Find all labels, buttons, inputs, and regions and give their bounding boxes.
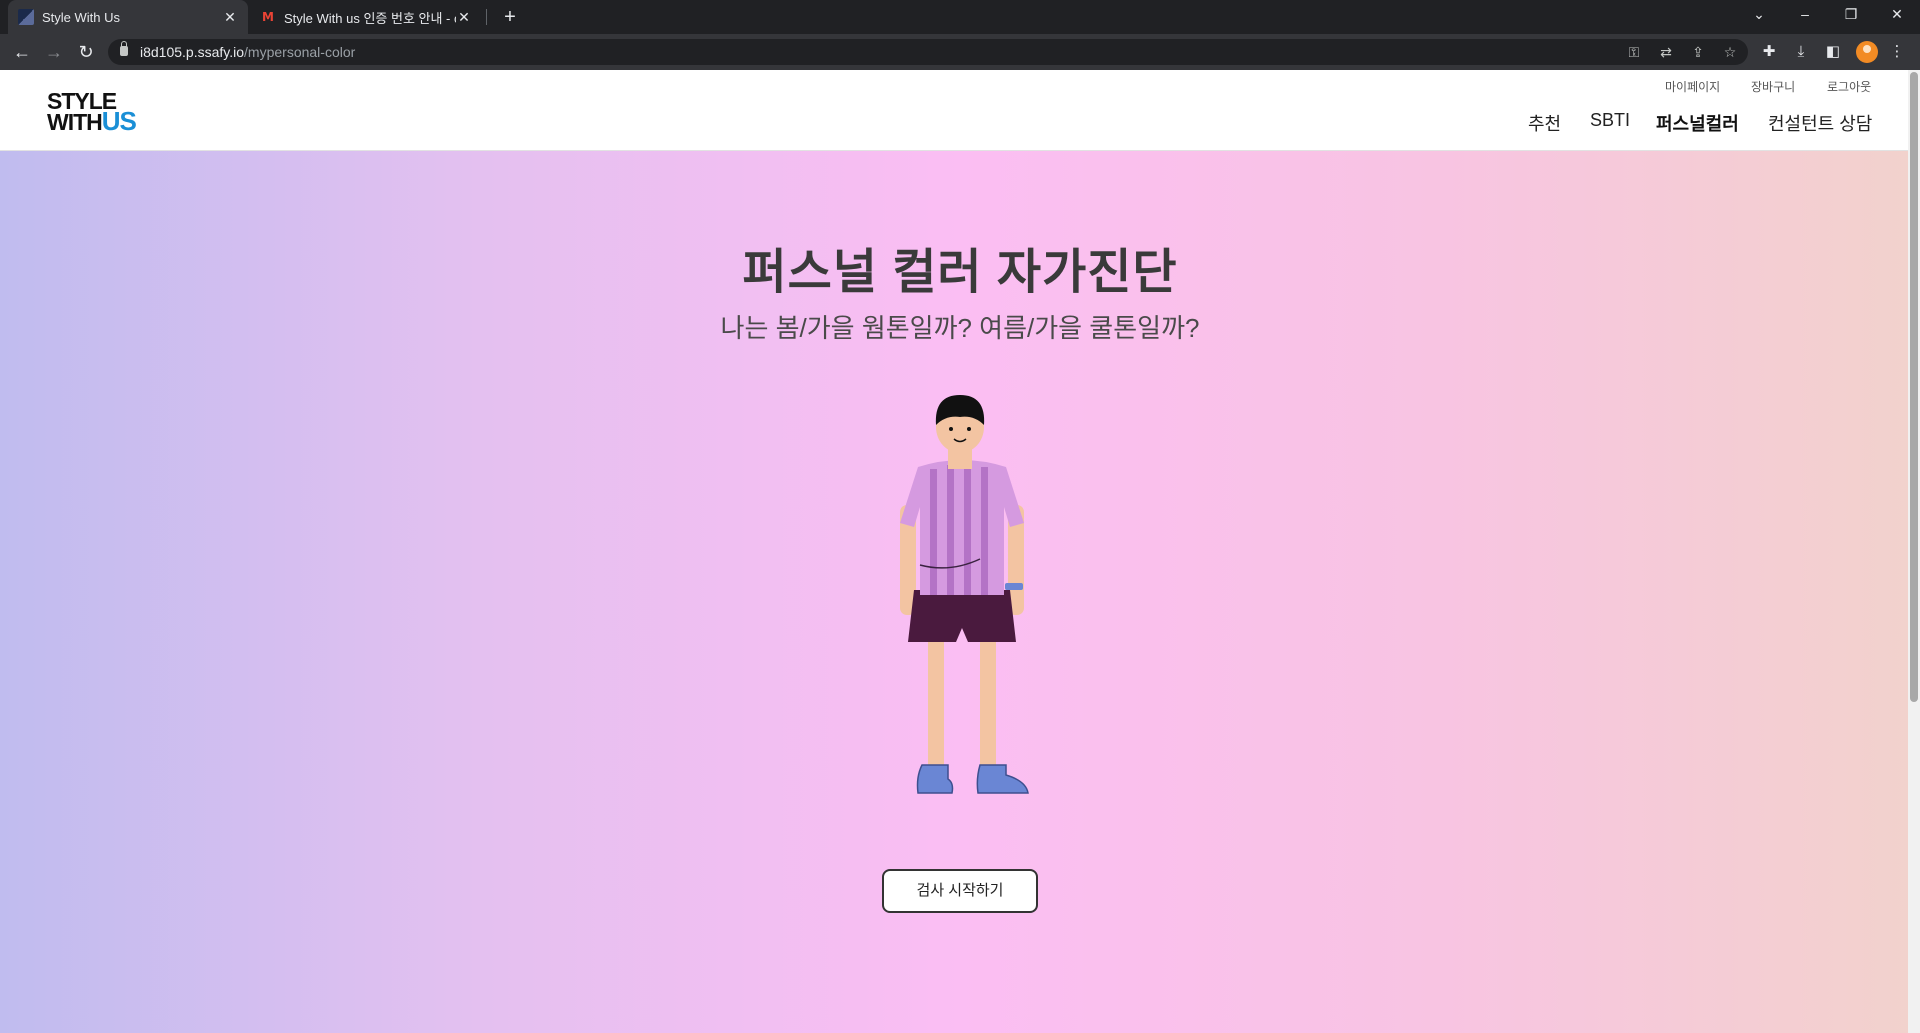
side-panel-icon[interactable]: ◧: [1822, 41, 1844, 63]
download-icon[interactable]: ⤓: [1790, 41, 1812, 63]
logout-link[interactable]: 로그아웃: [1827, 78, 1871, 95]
forward-icon[interactable]: →: [40, 38, 68, 66]
shirt: [900, 460, 1024, 595]
key-icon[interactable]: ⚿: [1624, 43, 1644, 61]
reload-icon[interactable]: ↻: [72, 38, 100, 66]
tab-separator: [486, 9, 487, 25]
scrollbar-thumb[interactable]: [1910, 72, 1918, 702]
watch: [1005, 583, 1023, 590]
tab-title: Style With us 인증 번호 안내 - c: [284, 10, 456, 26]
address-bar[interactable]: i8d105.p.ssafy.io/mypersonal-color ⚿ ⇄ ⇪…: [108, 39, 1748, 65]
translate-icon[interactable]: ⇄: [1656, 43, 1676, 61]
cart-link[interactable]: 장바구니: [1751, 78, 1795, 95]
right-shoe: [976, 764, 1029, 794]
extensions-icon[interactable]: ✚: [1758, 41, 1780, 63]
close-window-icon[interactable]: ✕: [1874, 0, 1920, 30]
gmail-icon: M: [262, 10, 274, 24]
tab-style-with-us[interactable]: Style With Us ✕: [8, 0, 248, 34]
tab-gmail[interactable]: M Style With us 인증 번호 안내 - c ✕: [250, 0, 482, 34]
browser-tab-bar: Style With Us ✕ M Style With us 인증 번호 안내…: [0, 0, 1920, 34]
nav-sbti[interactable]: SBTI: [1590, 110, 1630, 131]
minimize-icon[interactable]: –: [1782, 0, 1828, 30]
site-favicon-icon: [18, 9, 34, 25]
left-leg: [928, 635, 944, 770]
close-tab-icon[interactable]: ✕: [456, 9, 472, 26]
close-tab-icon[interactable]: ✕: [222, 9, 238, 26]
nav-consultant[interactable]: 컨설턴트 상담: [1768, 110, 1872, 136]
lock-icon: [120, 41, 128, 56]
page-viewport: STYLE WITHUS 마이페이지 장바구니 로그아웃 추천 SBTI 퍼스널…: [0, 70, 1920, 1033]
url-text: i8d105.p.ssafy.io/mypersonal-color: [140, 44, 356, 60]
person-illustration: [900, 395, 1029, 794]
page-subtitle: 나는 봄/가을 웜톤일까? 여름/가을 쿨톤일까?: [720, 313, 1200, 343]
left-shoe: [916, 764, 954, 794]
site-logo[interactable]: STYLE WITHUS: [47, 90, 137, 135]
menu-kebab-icon[interactable]: ⋮: [1886, 41, 1908, 63]
nav-personal-color[interactable]: 퍼스널컬러: [1656, 110, 1739, 136]
new-tab-icon[interactable]: +: [498, 5, 522, 29]
page-title: 퍼스널 컬러 자가진단: [742, 246, 1178, 299]
start-test-button[interactable]: 검사 시작하기: [882, 869, 1038, 913]
share-icon[interactable]: ⇪: [1688, 43, 1708, 61]
mypage-link[interactable]: 마이페이지: [1665, 78, 1720, 95]
tab-search-icon[interactable]: ⌄: [1736, 0, 1782, 30]
nav-recommend[interactable]: 추천: [1528, 110, 1561, 136]
tab-title: Style With Us: [42, 9, 121, 25]
profile-avatar[interactable]: [1856, 41, 1878, 63]
shorts: [908, 590, 1016, 642]
back-icon[interactable]: ←: [8, 38, 36, 66]
browser-toolbar: ← → ↻ i8d105.p.ssafy.io/mypersonal-color…: [0, 34, 1920, 70]
site-header: STYLE WITHUS 마이페이지 장바구니 로그아웃 추천 SBTI 퍼스널…: [0, 70, 1908, 151]
bookmark-star-icon[interactable]: ☆: [1720, 43, 1740, 61]
restore-icon[interactable]: ❐: [1828, 0, 1874, 30]
right-leg: [980, 635, 996, 770]
